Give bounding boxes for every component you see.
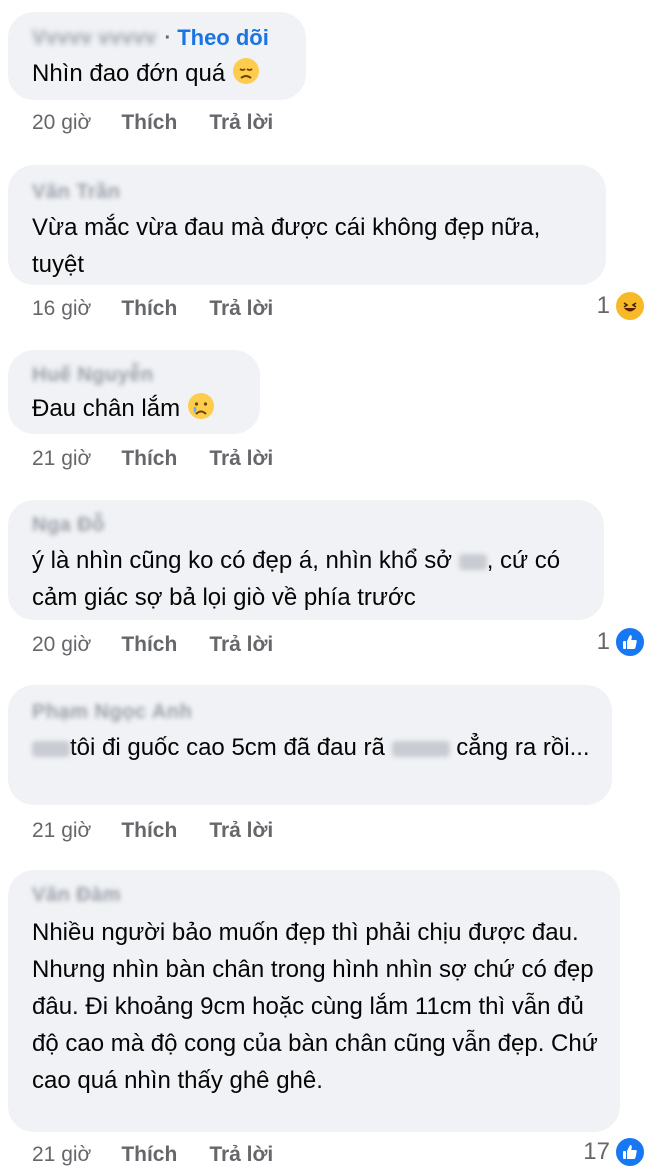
author-name-blurred[interactable]: Vvvvv vvvvv bbox=[32, 25, 157, 51]
reaction-summary[interactable]: 1 bbox=[597, 626, 646, 658]
like-button[interactable]: Thích bbox=[121, 297, 177, 321]
comment-text: Đau chân lắm bbox=[32, 390, 238, 431]
comment-bubble: Huế Nguyễn Đau chân lắm bbox=[8, 350, 260, 434]
blurred-word bbox=[32, 740, 70, 757]
comment-time[interactable]: 20 giờ bbox=[32, 111, 91, 135]
comment-header: Vvvvv vvvvv · Theo dõi bbox=[32, 24, 284, 52]
comment-text: Nhìn đao đớn quá bbox=[32, 56, 284, 96]
reaction-count: 1 bbox=[596, 628, 610, 655]
like-icon bbox=[614, 1136, 646, 1168]
comment-meta: 21 giờ Thích Trả lời bbox=[32, 816, 273, 846]
like-button[interactable]: Thích bbox=[121, 1143, 177, 1167]
haha-icon bbox=[614, 290, 646, 322]
reaction-summary[interactable]: 17 bbox=[583, 1136, 646, 1168]
comment-text: tôi đi guốc cao 5cm đã đau rã cẳng ra rồ… bbox=[32, 729, 590, 766]
comment-bubble: Phạm Ngọc Anh tôi đi guốc cao 5cm đã đau… bbox=[8, 685, 612, 805]
comment-time[interactable]: 21 giờ bbox=[32, 447, 91, 471]
disappointed-face-icon bbox=[232, 57, 260, 96]
comment-meta: 16 giờ Thích Trả lời bbox=[32, 294, 273, 324]
like-button[interactable]: Thích bbox=[121, 447, 177, 471]
comment-text-content: cẳng ra rồi... bbox=[456, 734, 590, 761]
like-button[interactable]: Thích bbox=[121, 111, 177, 135]
separator-dot: · bbox=[164, 26, 172, 49]
comment-text-content: ý là nhìn cũng ko có đẹp á, nhìn khổ sở bbox=[32, 547, 453, 574]
comment-bubble: Nga Đỗ ý là nhìn cũng ko có đẹp á, nhìn … bbox=[8, 500, 604, 620]
comment-meta: 20 giờ Thích Trả lời bbox=[32, 630, 273, 660]
like-icon bbox=[614, 626, 646, 658]
blurred-word bbox=[458, 553, 487, 570]
comment-time[interactable]: 21 giờ bbox=[32, 1143, 91, 1167]
reaction-count: 17 bbox=[583, 1138, 610, 1165]
reply-button[interactable]: Trả lời bbox=[209, 633, 273, 657]
comment-text-content: tôi đi guốc cao 5cm đã đau rã bbox=[70, 734, 385, 761]
author-name-blurred[interactable]: Phạm Ngọc Anh bbox=[32, 699, 222, 725]
crying-face-icon bbox=[187, 392, 215, 431]
comment-meta: 21 giờ Thích Trả lời bbox=[32, 444, 273, 474]
comment-text-content: Đau chân lắm bbox=[32, 395, 181, 422]
like-button[interactable]: Thích bbox=[121, 819, 177, 843]
comment-text-content: Nhìn đao đớn quá bbox=[32, 60, 226, 87]
blurred-word bbox=[391, 740, 450, 757]
reply-button[interactable]: Trả lời bbox=[209, 447, 273, 471]
comment-time[interactable]: 21 giờ bbox=[32, 819, 91, 843]
reply-button[interactable]: Trả lời bbox=[209, 1143, 273, 1167]
like-button[interactable]: Thích bbox=[121, 633, 177, 657]
reply-button[interactable]: Trả lời bbox=[209, 111, 273, 135]
reaction-count: 1 bbox=[596, 292, 610, 319]
author-name-blurred[interactable]: Huế Nguyễn bbox=[32, 362, 162, 388]
comment-time[interactable]: 16 giờ bbox=[32, 297, 91, 321]
comment-time[interactable]: 20 giờ bbox=[32, 633, 91, 657]
comment-text: Nhiều người bảo muốn đẹp thì phải chịu đ… bbox=[32, 919, 598, 1094]
comment-bubble: Văn Đàm Nhiều người bảo muốn đẹp thì phả… bbox=[8, 870, 620, 1132]
author-name-blurred[interactable]: Văn Trần bbox=[32, 179, 122, 205]
author-name-blurred[interactable]: Nga Đỗ bbox=[32, 512, 122, 538]
comment-bubble: Văn Trần Vừa mắc vừa đau mà được cái khô… bbox=[8, 165, 606, 285]
comment-meta: 20 giờ Thích Trả lời bbox=[32, 108, 273, 138]
reaction-summary[interactable]: 1 bbox=[597, 290, 646, 322]
reply-button[interactable]: Trả lời bbox=[209, 819, 273, 843]
comment-text: ý là nhìn cũng ko có đẹp á, nhìn khổ sở … bbox=[32, 542, 582, 616]
comment-text: Vừa mắc vừa đau mà được cái không đẹp nữ… bbox=[32, 214, 541, 278]
comment-bubble: Vvvvv vvvvv · Theo dõi Nhìn đao đớn quá bbox=[8, 12, 306, 100]
follow-button[interactable]: Theo dõi bbox=[177, 25, 269, 51]
comment-meta: 21 giờ Thích Trả lời bbox=[32, 1140, 273, 1170]
author-name-blurred[interactable]: Văn Đàm bbox=[32, 882, 132, 908]
reply-button[interactable]: Trả lời bbox=[209, 297, 273, 321]
